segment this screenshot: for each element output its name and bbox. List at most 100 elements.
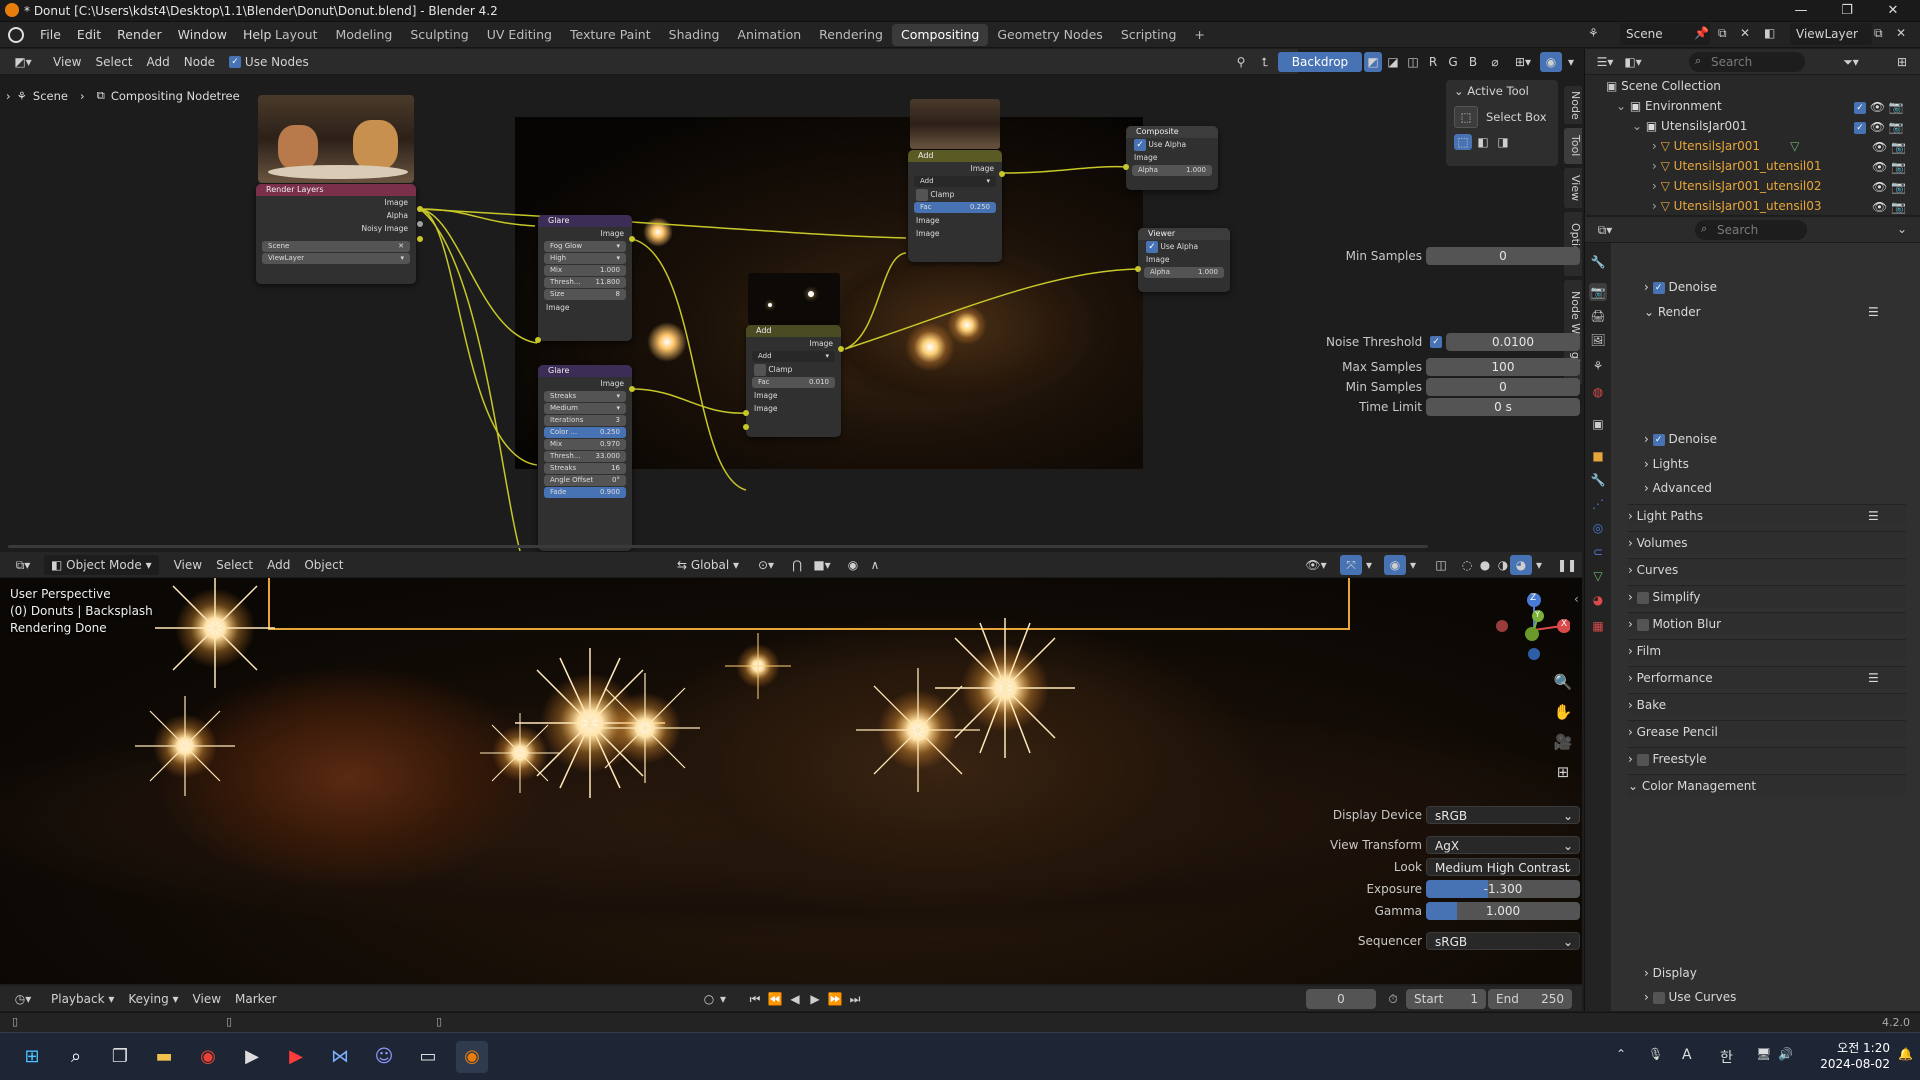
viewport-editor-type-icon[interactable]: ⧉▾ <box>8 555 38 575</box>
collection-tab-icon[interactable]: ▣ <box>1589 415 1607 433</box>
panel-volumes[interactable]: › Volumes <box>1628 531 1906 553</box>
socket-add-top-out[interactable] <box>999 171 1005 177</box>
overlay-icon[interactable]: ◉ <box>1540 52 1562 72</box>
glare1-quality[interactable]: High ▾ <box>544 253 626 264</box>
node-render-layers[interactable]: Render Layers Image Alpha Noisy Image Sc… <box>256 184 416 284</box>
panel-grease-pencil[interactable]: › Grease Pencil <box>1628 720 1906 742</box>
denoise-subpanel-2[interactable]: › ✓ Denoise <box>1644 428 1920 450</box>
snap-options-icon[interactable]: ⊞▾ <box>1508 52 1538 72</box>
constraints-tab-icon[interactable]: ⊂ <box>1589 543 1607 561</box>
menu-file[interactable]: File <box>32 22 69 48</box>
use-nodes-checkbox[interactable]: ✓ <box>229 56 242 68</box>
chrome-icon[interactable]: ◉ <box>192 1041 224 1073</box>
app-icon[interactable]: ⋈ <box>324 1041 356 1073</box>
ime-lang[interactable]: 한 <box>1720 1047 1733 1067</box>
node-composite[interactable]: Composite ✓ Use Alpha Image Alpha 1.000 <box>1126 126 1218 190</box>
menu-edit[interactable]: Edit <box>69 22 109 48</box>
tab-shading[interactable]: Shading <box>660 24 729 46</box>
render-tab-icon[interactable]: 📷 <box>1589 283 1607 301</box>
panel-motion-blur[interactable]: › Motion Blur <box>1628 612 1906 634</box>
navigation-gizmo[interactable]: Z X Y <box>1490 590 1571 670</box>
tab-rendering[interactable]: Rendering <box>810 24 892 46</box>
node-editor[interactable] <box>0 75 1280 551</box>
menu-render[interactable]: Render <box>109 22 170 48</box>
microphone-icon[interactable]: 🎙 <box>1648 1047 1663 1061</box>
camera-icon[interactable]: 📷 <box>1891 180 1906 194</box>
panel-performance[interactable]: › Performance ☰ <box>1628 666 1906 688</box>
clock[interactable]: 오전 1:20 2024-08-02 <box>1810 1040 1890 1072</box>
camera-icon[interactable]: 📷 <box>1889 100 1904 114</box>
glare1-threshold[interactable]: Thresh... 11.800 <box>544 277 626 288</box>
jump-start-icon[interactable]: ⏮ <box>744 989 766 1009</box>
add-top-clamp[interactable]: Clamp <box>908 188 1002 201</box>
viewport-overlay-icon[interactable]: ◉ <box>1384 555 1406 575</box>
new-collection-icon[interactable]: ⊞ <box>1891 52 1913 72</box>
delete-view-layer-icon[interactable]: ✕ <box>1896 26 1906 40</box>
node-add-top[interactable]: Add Image Add ▾ Clamp Fac 0.250 Image Imag… <box>908 150 1002 262</box>
search-icon[interactable]: ⌕ <box>60 1041 92 1073</box>
eye-icon[interactable]: 👁 <box>1870 120 1885 134</box>
viewport-menu-view[interactable]: View <box>167 555 209 575</box>
panel-bake[interactable]: › Bake <box>1628 693 1906 715</box>
node-header[interactable]: Viewer <box>1138 228 1230 240</box>
viewport-sidebar-toggle-icon[interactable]: ‹ <box>1574 592 1579 606</box>
eye-icon[interactable]: 👁 <box>1872 200 1887 214</box>
channel-g-button[interactable]: G <box>1444 52 1462 72</box>
glare1-mix[interactable]: Mix 1.000 <box>544 265 626 276</box>
blender-menu-icon[interactable] <box>8 27 24 43</box>
backdrop-button[interactable]: Backdrop <box>1278 52 1362 72</box>
panel-simplify[interactable]: › Simplify <box>1628 585 1906 607</box>
backdrop-color-alpha-icon[interactable]: ◪ <box>1384 52 1402 72</box>
eye-icon[interactable]: 👁 <box>1872 160 1887 174</box>
select-extend-icon[interactable]: ◧ <box>1474 134 1492 150</box>
snap-target-icon[interactable]: ■▾ <box>808 555 836 575</box>
node-menu-add[interactable]: Add <box>140 52 177 72</box>
add-top-blend[interactable]: Add ▾ <box>914 176 996 187</box>
texture-tab-icon[interactable]: ▦ <box>1589 617 1607 635</box>
add-small-clamp[interactable]: Clamp <box>746 363 841 376</box>
camera-icon[interactable]: 📷 <box>1889 120 1904 134</box>
terminal-icon[interactable]: ▭ <box>412 1041 444 1073</box>
gizmo-toggle-icon[interactable]: ⤧ <box>1340 555 1362 575</box>
node-add-small[interactable]: Add Image Add ▾ Clamp Fac 0.010 Image Imag… <box>746 325 841 437</box>
play-icon[interactable]: ▶ <box>804 989 826 1009</box>
delete-scene-icon[interactable]: ✕ <box>1740 26 1750 40</box>
outliner-row-scene-collection[interactable]: ▣ Scene Collection <box>1606 77 1906 95</box>
material-tab-icon[interactable]: ◕ <box>1589 591 1607 609</box>
properties-options-icon[interactable]: ⌄ <box>1897 222 1907 236</box>
youtube-icon[interactable]: ▶ <box>280 1041 312 1073</box>
perspective-toggle-icon[interactable]: ⊞ <box>1552 762 1574 782</box>
keying-dropdown-icon[interactable]: ▾ <box>716 989 730 1009</box>
glare2-iterations[interactable]: Iterations 3 <box>544 415 626 426</box>
viewer-alpha[interactable]: Alpha 1.000 <box>1144 267 1224 278</box>
active-tool-title[interactable]: ⌄ Active Tool <box>1446 80 1558 102</box>
shading-rendered-icon[interactable]: ◕ <box>1510 555 1532 575</box>
eye-icon[interactable]: 👁 <box>1872 140 1887 154</box>
panel-freestyle[interactable]: › Freestyle <box>1628 747 1906 769</box>
denoise-subpanel-1[interactable]: › ✓ Denoise <box>1644 276 1920 298</box>
add-top-fac[interactable]: Fac 0.250 <box>914 202 996 213</box>
object-mode-dropdown[interactable]: ◧ Object Mode ▾ <box>44 554 159 575</box>
eye-icon[interactable]: 👁 <box>1870 100 1885 114</box>
sidebar-tab-options[interactable]: Options <box>1564 212 1582 276</box>
node-header[interactable]: Render Layers <box>256 184 416 196</box>
tab-layout[interactable]: Layout <box>266 24 327 46</box>
pivot-icon[interactable]: ⊙▾ <box>752 555 780 575</box>
visibility-icon[interactable]: 👁▾ <box>1302 555 1330 575</box>
start-icon[interactable]: ⊞ <box>16 1041 48 1073</box>
pause-render-icon[interactable]: ❚❚ <box>1556 555 1578 575</box>
menu-window[interactable]: Window <box>170 22 235 48</box>
gizmo-dropdown-icon[interactable]: ▾ <box>1362 555 1376 575</box>
snap-icon[interactable]: ⌀ <box>1484 52 1506 72</box>
timeline-editor-type-icon[interactable]: ◷▾ <box>8 989 38 1009</box>
new-view-layer-icon[interactable]: ⧉ <box>1874 26 1883 41</box>
glare2-quality[interactable]: Medium ▾ <box>544 403 626 414</box>
proportional-edit-icon[interactable]: ◉ <box>842 555 864 575</box>
transform-orientation-dropdown[interactable]: ⇆ Global ▾ <box>670 555 746 575</box>
look-dropdown[interactable]: Medium High Contrast ⌄ <box>1426 858 1580 876</box>
glare2-mix[interactable]: Mix 0.970 <box>544 439 626 450</box>
socket-add-small-in2[interactable] <box>743 424 749 430</box>
noise-threshold-field[interactable]: 0.0100 <box>1446 333 1580 351</box>
current-frame-field[interactable]: 0 <box>1306 989 1376 1009</box>
scene-icon[interactable]: ⚘ <box>1588 26 1599 40</box>
